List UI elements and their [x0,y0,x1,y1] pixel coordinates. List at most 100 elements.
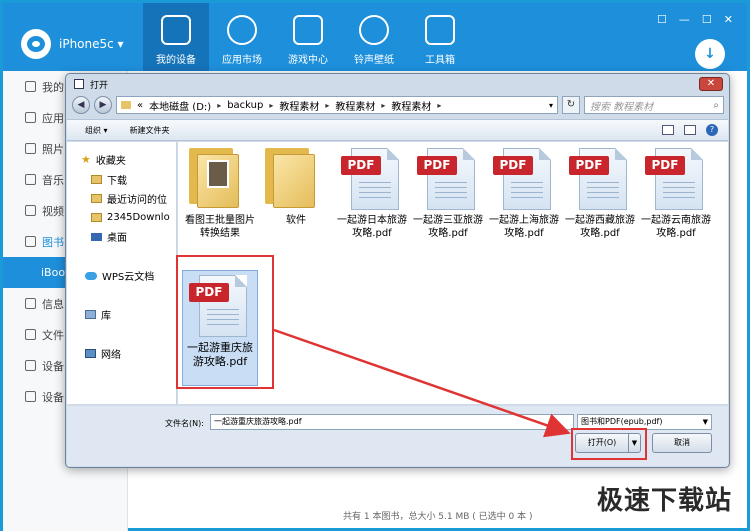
address-overflow[interactable]: « [137,100,143,111]
folder-icon [189,148,251,210]
breadcrumb-folder-3[interactable]: 教程素材 [391,98,431,113]
book-icon [25,236,36,247]
breadcrumb-drive[interactable]: 本地磁盘 (D:) [149,98,211,113]
settings-icon [25,360,36,371]
file-name: 一起游上海旅游攻略.pdf [489,215,559,239]
device-selector[interactable]: iPhone5c ▾ [21,29,124,59]
file-item-pdf-tibet[interactable]: PDF 一起游西藏旅游攻略.pdf [562,148,638,240]
message-icon [25,298,36,309]
nav-desktop[interactable]: 桌面 [91,227,127,246]
file-item-pdf-yunnan[interactable]: PDF 一起游云南旅游攻略.pdf [638,148,714,240]
library-icon [85,310,96,319]
file-name: 一起游日本旅游攻略.pdf [337,215,407,239]
nav-app-market[interactable]: 应用市场 [209,3,275,71]
pdf-file-icon: PDF [417,148,479,210]
file-icon [25,329,36,340]
maximize-button[interactable]: ☐ [702,13,712,26]
breadcrumb-separator[interactable]: ▸ [217,101,221,110]
breadcrumb-separator[interactable]: ▸ [437,101,441,110]
pdf-file-icon: PDF [645,148,707,210]
dialog-title: 打开 [90,80,109,91]
file-name: 一起游云南旅游攻略.pdf [641,215,711,239]
file-name: 软件 [286,215,306,226]
filename-label: 文件名(N): [165,419,204,428]
open-file-dialog: 打开 ✕ ◀ ▶ « 本地磁盘 (D:) ▸ backup ▸ 教程素材 ▸ 教… [65,73,730,468]
open-button-highlight-outline [571,428,647,460]
folder-icon [91,213,102,222]
address-history-dropdown[interactable]: ▾ [545,101,557,110]
preview-pane-icon[interactable] [684,125,696,135]
file-name: 看图王批量图片转换结果 [185,215,255,239]
nav-network[interactable]: 网络 [85,344,121,363]
desktop-icon [91,232,102,241]
folder-icon [91,194,102,203]
navigation-pane: ★ 收藏夹 下载 最近访问的位 2345Downlo 桌面 WPS云文档 库 网络 [67,142,177,404]
books-status: 共有 1 本图书，总大小 5.1 MB ( 已选中 0 本 ) [343,512,533,522]
window-controls: ☐ — ☐ ✕ [657,13,733,26]
close-window-button[interactable]: ✕ [724,13,733,26]
nav-2345downloads[interactable]: 2345Downlo [91,208,170,227]
breadcrumb-folder-1[interactable]: 教程素材 [279,98,319,113]
pdf-file-icon: PDF [569,148,631,210]
minimize-button[interactable]: — [679,13,690,26]
new-folder-button[interactable]: 新建文件夹 [130,125,170,136]
cloud-icon [85,271,97,280]
photo-icon [25,143,36,154]
help-icon[interactable]: ? [706,124,718,136]
main-nav: 我的设备 应用市场 游戏中心 铃声壁纸 工具箱 [143,3,473,71]
nav-ringtones[interactable]: 铃声壁纸 [341,3,407,71]
filename-field[interactable]: 一起游重庆旅游攻略.pdf [210,414,574,430]
pdf-file-icon: PDF [341,148,403,210]
organize-menu[interactable]: 组织 ▾ [85,125,108,136]
address-row: ◀ ▶ « 本地磁盘 (D:) ▸ backup ▸ 教程素材 ▸ 教程素材 ▸… [72,94,724,116]
breadcrumb-separator[interactable]: ▸ [325,101,329,110]
pdf-file-icon: PDF [493,148,555,210]
star-icon: ★ [81,153,91,166]
top-bar: iPhone5c ▾ 我的设备 应用市场 游戏中心 铃声壁纸 工具箱 ☐ — ☐… [3,3,747,71]
file-item-pdf-sanya[interactable]: PDF 一起游三亚旅游攻略.pdf [410,148,486,240]
music-icon [25,174,36,185]
tools-icon [25,391,36,402]
back-button[interactable]: ◀ [72,96,90,114]
site-watermark: 极速下载站 [596,486,732,516]
chevron-down-icon: ▼ [702,418,708,426]
dialog-titlebar: 打开 [66,74,729,94]
breadcrumb-folder-2[interactable]: 教程素材 [335,98,375,113]
dialog-close-button[interactable]: ✕ [699,77,723,91]
refresh-button[interactable]: ↻ [562,96,580,114]
bell-icon [359,15,389,45]
apps-icon [227,15,257,45]
file-item-folder-software[interactable]: 软件 [258,148,334,227]
view-options-icon[interactable] [662,125,674,135]
search-icon[interactable]: ⌕ [713,100,719,111]
nav-my-device[interactable]: 我的设备 [143,3,209,71]
video-icon [25,205,36,216]
cancel-button[interactable]: 取消 [652,433,712,453]
nav-recent[interactable]: 最近访问的位 [91,189,167,208]
file-name: 一起游西藏旅游攻略.pdf [565,215,635,239]
breadcrumb-separator[interactable]: ▸ [269,101,273,110]
file-name: 一起游三亚旅游攻略.pdf [413,215,483,239]
forward-button[interactable]: ▶ [94,96,112,114]
file-item-folder-kantu[interactable]: 看图王批量图片转换结果 [182,148,258,240]
nav-favorites[interactable]: ★ 收藏夹 [81,150,126,169]
nav-libraries[interactable]: 库 [85,305,111,324]
skin-icon[interactable]: ☐ [657,13,667,26]
gamepad-icon [293,15,323,45]
network-icon [85,349,96,358]
breadcrumb-backup[interactable]: backup [227,100,263,111]
file-item-pdf-japan[interactable]: PDF 一起游日本旅游攻略.pdf [334,148,410,240]
dialog-toolbar: 组织 ▾ 新建文件夹 ? [67,119,728,141]
search-input[interactable]: 搜索 教程素材 ⌕ [584,96,724,114]
nav-downloads[interactable]: 下载 [91,170,127,189]
file-item-pdf-shanghai[interactable]: PDF 一起游上海旅游攻略.pdf [486,148,562,240]
apps-icon [25,112,36,123]
address-bar[interactable]: « 本地磁盘 (D:) ▸ backup ▸ 教程素材 ▸ 教程素材 ▸ 教程素… [116,96,558,114]
window-icon [74,79,84,89]
nav-wps-cloud[interactable]: WPS云文档 [85,266,154,285]
nav-game-center[interactable]: 游戏中心 [275,3,341,71]
breadcrumb-separator[interactable]: ▸ [381,101,385,110]
download-icon[interactable]: ↓ [695,39,725,69]
folder-icon [91,175,102,184]
nav-toolbox[interactable]: 工具箱 [407,3,473,71]
